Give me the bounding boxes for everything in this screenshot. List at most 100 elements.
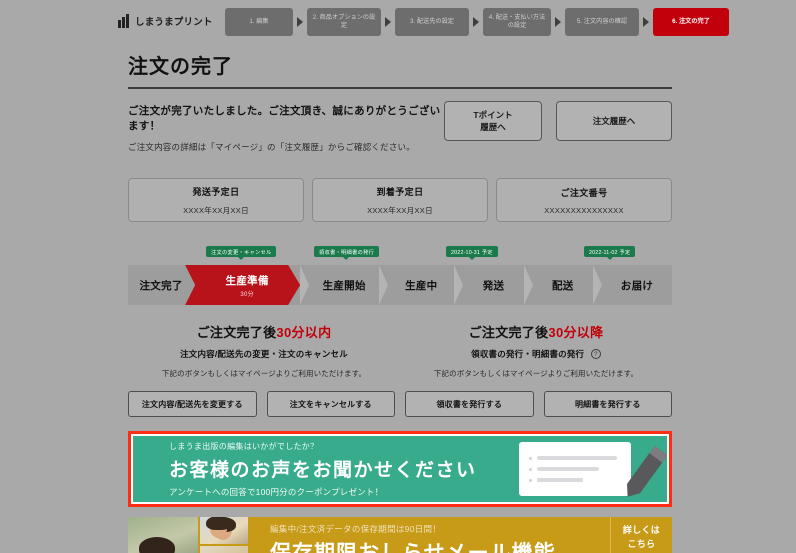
pencil-icon — [626, 445, 667, 495]
title-divider — [128, 87, 672, 89]
timeline-step-order-complete: 注文完了 — [128, 265, 194, 305]
notice-heading: ご注文完了後30分以降 — [400, 322, 672, 341]
question-mark-circle-icon[interactable]: ? — [590, 349, 601, 359]
card-label: ご注文番号 — [560, 187, 608, 198]
intro-text: ご注文が完了いたしました。ご注文頂き、誠にありがとうございます！ ご注文内容の詳… — [128, 101, 444, 153]
notice-heading: ご注文完了後30分以内 — [128, 322, 400, 341]
notice-columns: ご注文完了後30分以内 注文内容/配送先の変更・注文のキャンセル 下記のボタンも… — [128, 322, 672, 379]
step-arrow-icon — [643, 17, 649, 27]
survey-form-pencil-icon — [519, 442, 667, 496]
step-6-order-complete[interactable]: 6. 注文の完了 — [653, 8, 729, 36]
timeline-chevron-icon — [454, 265, 464, 305]
notice-subheading-text: 注文内容/配送先の変更・注文のキャンセル — [180, 349, 348, 359]
promo-cta-line1: 詳しくは — [622, 525, 661, 536]
notice-heading-pre: ご注文完了後 — [196, 325, 277, 340]
timeline-step-label: 生産準備 — [225, 274, 269, 287]
timeline-step-delivered: お届け — [602, 265, 672, 305]
timeline-track: 注文完了 生産準備 30分 生産開始 生産中 発送 配送 お届け — [128, 265, 672, 305]
notice-heading-pre: ご注文完了後 — [468, 325, 549, 340]
notice-subheading: 領収書の発行・明細書の発行 ? — [400, 348, 672, 360]
change-order-button[interactable]: 注文内容/配送先を変更する — [128, 391, 257, 417]
tpoint-history-button[interactable]: Tポイント 履歴へ — [444, 101, 542, 141]
notice-subheading-text: 領収書の発行・明細書の発行 — [471, 349, 585, 359]
tip-arrival-date-estimate: 2022-11-02 予定 — [584, 246, 636, 260]
timeline-chevron-icon — [300, 265, 310, 305]
tpoint-history-line1: Tポイント — [473, 109, 513, 120]
card-label: 到着予定日 — [376, 186, 424, 197]
card-value: XXXX年XX月XX日 — [183, 205, 249, 215]
timeline-tips: 注文の変更・キャンセル 領収書・明細書の発行 2022-10-31 予定 202… — [128, 246, 672, 260]
promo-photo-stack — [200, 517, 248, 553]
promo-cta-button[interactable]: 詳しくは こちら ▶▶▶ — [610, 517, 672, 553]
step-arrow-icon — [297, 17, 303, 27]
bar-chart-logo-icon — [118, 14, 131, 28]
tpoint-history-line2: 履歴へ — [480, 122, 506, 132]
promo-photos — [128, 517, 248, 553]
card-value: XXXX年XX月XX日 — [367, 205, 433, 215]
promo-photo-3 — [200, 517, 248, 553]
notice-heading-highlight: 30分以降 — [548, 325, 604, 340]
timeline-step-in-production: 生産中 — [388, 265, 454, 305]
step-3-shipping-address[interactable]: 3. 配送先の設定 — [395, 8, 469, 36]
survey-headline: お客様のお声をお聞かせください — [169, 459, 477, 481]
card-arrival-date: 到着予定日 XXXX年XX月XX日 — [312, 178, 488, 222]
notice-subheading: 注文内容/配送先の変更・注文のキャンセル — [128, 348, 400, 360]
promo-body: 編集中/注文済データの保存期間は90日間！ 保存期限おしらせメール機能 — [248, 517, 610, 553]
timeline-step-production-prep: 生産準備 30分 — [185, 265, 300, 305]
tip-receipt-invoice: 領収書・明細書の発行 — [314, 246, 379, 260]
promo-banner[interactable]: 編集中/注文済データの保存期間は90日間！ 保存期限おしらせメール機能 詳しくは… — [128, 517, 672, 553]
timeline-step-label: 配送 — [552, 279, 574, 292]
survey-question: しまうま出版の編集はいかがでしたか？ — [169, 441, 319, 451]
card-order-number: ご注文番号 XXXXXXXXXXXXXXX — [496, 178, 672, 222]
survey-text: しまうま出版の編集はいかがでしたか？ お客様のお声をお聞かせください アンケート… — [133, 441, 477, 498]
issue-invoice-button[interactable]: 明細書を発行する — [543, 391, 672, 417]
timeline-step-production-start: 生産開始 — [309, 265, 379, 305]
timeline-step-label: 生産開始 — [322, 279, 366, 292]
order-progress-timeline: 注文の変更・キャンセル 領収書・明細書の発行 2022-10-31 予定 202… — [128, 246, 672, 306]
promo-photo-1 — [128, 517, 198, 553]
promo-subtext: 編集中/注文済データの保存期間は90日間！ — [270, 524, 442, 534]
step-2-product-options[interactable]: 2. 商品オプションの設定 — [307, 8, 381, 36]
step-1-edit[interactable]: 1. 編集 — [225, 8, 293, 36]
survey-incentive: アンケートへの回答で100円分のクーポンプレゼント！ — [169, 486, 384, 497]
page-root: しまうまプリント 1. 編集 2. 商品オプションの設定 3. 配送先の設定 4… — [0, 0, 796, 553]
step-4-delivery-payment[interactable]: 4. 配送・支払い方法の設定 — [483, 8, 551, 36]
timeline-step-label: 注文完了 — [139, 279, 183, 292]
site-header: しまうまプリント 1. 編集 2. 商品オプションの設定 3. 配送先の設定 4… — [0, 0, 796, 46]
timeline-step-shipped: 発送 — [463, 265, 523, 305]
survey-banner[interactable]: しまうま出版の編集はいかがでしたか？ お客様のお声をお聞かせください アンケート… — [133, 436, 667, 502]
promo-cta-line2: こちら — [627, 538, 656, 549]
site-logo[interactable]: しまうまプリント — [118, 14, 213, 28]
timeline-chevron-icon — [379, 265, 389, 305]
notice-note: 下記のボタンもしくはマイページよりご利用いただけます。 — [161, 369, 367, 378]
intro-row: ご注文が完了いたしました。ご注文頂き、誠にありがとうございます！ ご注文内容の詳… — [128, 101, 672, 153]
order-info-cards: 発送予定日 XXXX年XX月XX日 到着予定日 XXXX年XX月XX日 ご注文番… — [128, 178, 672, 222]
timeline-step-duration: 30分 — [240, 291, 254, 298]
issue-receipt-button[interactable]: 領収書を発行する — [405, 391, 534, 417]
timeline-chevron-icon — [523, 265, 533, 305]
step-arrow-icon — [555, 17, 561, 27]
timeline-step-label: お届け — [620, 279, 654, 292]
card-value: XXXXXXXXXXXXXXX — [544, 205, 624, 215]
card-label: 発送予定日 — [192, 186, 240, 197]
action-buttons: 注文内容/配送先を変更する 注文をキャンセルする 領収書を発行する 明細書を発行… — [128, 391, 672, 417]
order-history-button[interactable]: 注文履歴へ — [556, 101, 672, 141]
timeline-step-delivering: 配送 — [533, 265, 593, 305]
main-content: 注文の完了 ご注文が完了いたしました。ご注文頂き、誠にありがとうございます！ ご… — [128, 50, 672, 553]
checkout-step-nav: 1. 編集 2. 商品オプションの設定 3. 配送先の設定 4. 配送・支払い方… — [225, 8, 729, 36]
notice-heading-highlight: 30分以内 — [276, 325, 332, 340]
notice-note: 下記のボタンもしくはマイページよりご利用いただけます。 — [433, 369, 639, 378]
promo-headline: 保存期限おしらせメール機能 — [270, 537, 610, 553]
page-title: 注文の完了 — [128, 56, 233, 78]
logo-text: しまうまプリント — [135, 17, 213, 28]
cancel-order-button[interactable]: 注文をキャンセルする — [266, 391, 395, 417]
completion-subtext: ご注文内容の詳細は「マイページ」の「注文履歴」からご確認ください。 — [128, 142, 415, 152]
timeline-step-label: 生産中 — [405, 279, 438, 292]
step-5-order-confirm[interactable]: 5. 注文内容の確認 — [565, 8, 639, 36]
top-buttons: Tポイント 履歴へ 注文履歴へ — [444, 101, 672, 141]
step-arrow-icon — [473, 17, 479, 27]
tip-change-cancel: 注文の変更・キャンセル — [206, 246, 277, 260]
card-ship-date: 発送予定日 XXXX年XX月XX日 — [128, 178, 304, 222]
notice-within-30min: ご注文完了後30分以内 注文内容/配送先の変更・注文のキャンセル 下記のボタンも… — [128, 322, 400, 379]
timeline-step-label: 発送 — [482, 279, 505, 292]
